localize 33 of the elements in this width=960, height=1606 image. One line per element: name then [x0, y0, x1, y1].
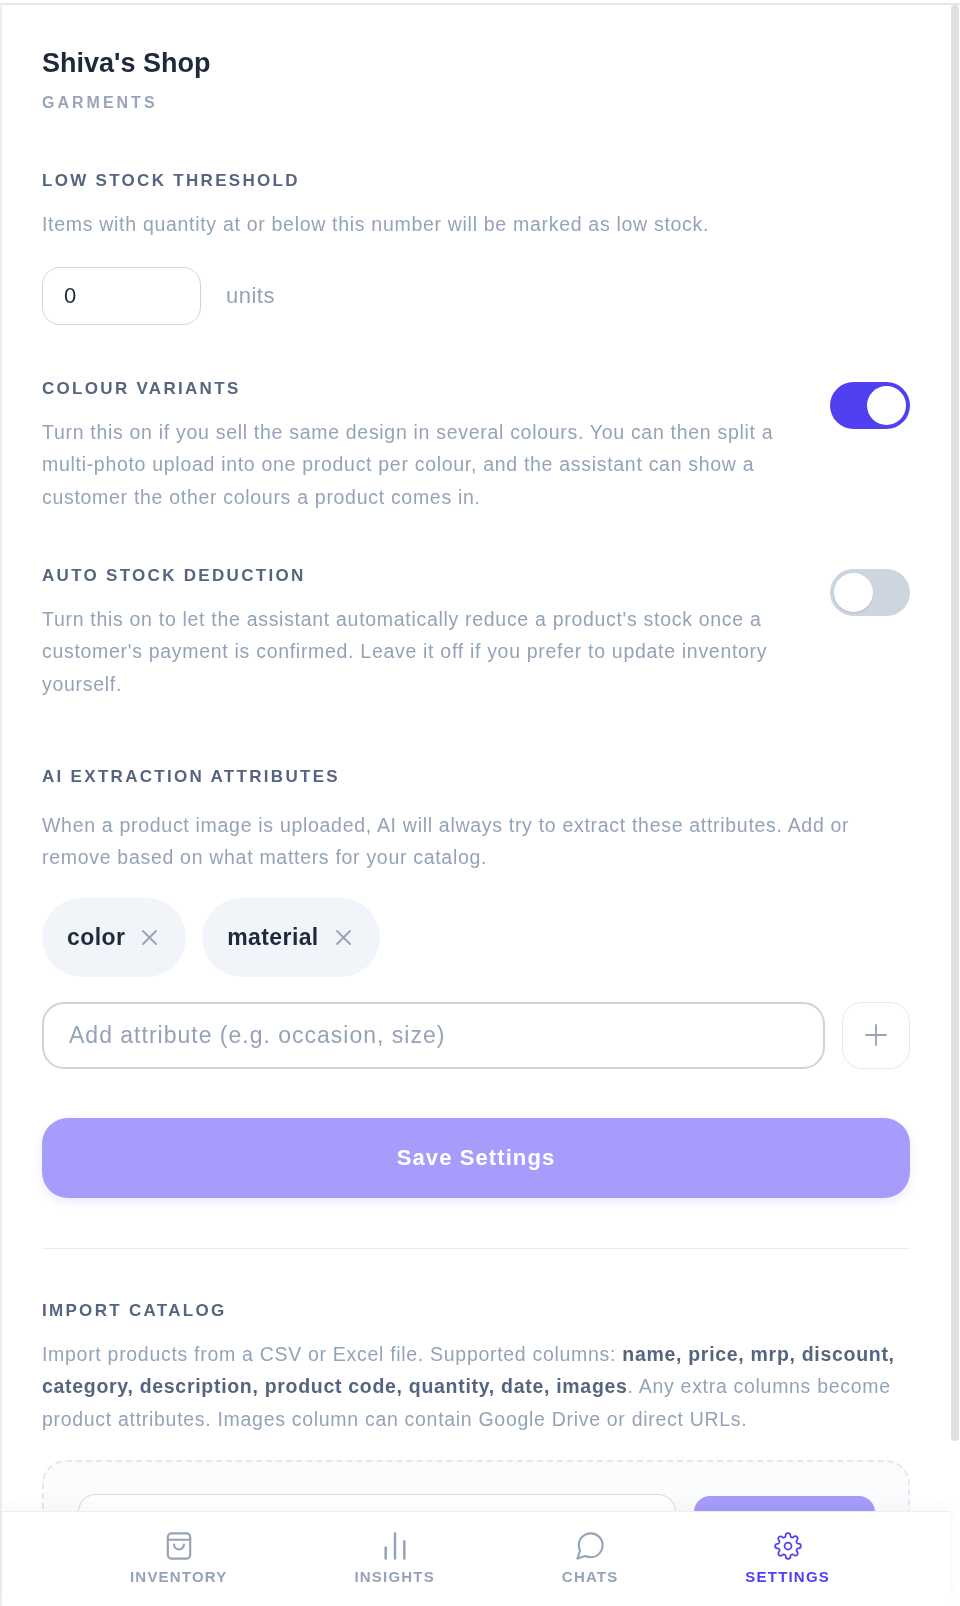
shop-name: Shiva's Shop — [42, 47, 211, 80]
section-heading: AUTO STOCK DEDUCTION — [42, 564, 306, 587]
attribute-input[interactable]: Add attribute (e.g. occasion, size) — [42, 1001, 825, 1069]
toggle-switch[interactable] — [830, 381, 910, 429]
action-button[interactable] — [694, 1495, 875, 1511]
section-description: Import products from a CSV or Excel file. Supported columns: name, price, mrp, discount, category, description, product code, quantity, date, images. Any extra columns become product attributes. Images column can contain Google Drive or direct URLs. — [42, 1341, 896, 1432]
nav-tab[interactable]: INVENTORY — [130, 1532, 228, 1586]
section-description: Items with quantity at or below this number will be marked as low stock. — [42, 212, 711, 237]
nav-tab[interactable]: INSIGHTS — [354, 1532, 435, 1586]
nav-tab[interactable]: SETTINGS — [745, 1532, 830, 1586]
close-icon[interactable] — [335, 929, 351, 945]
section-description: Turn this on if you sell the same design in several colours. You can then split a multi-photo upload into one product per colour, and the assistant can show a customer the other colours a product comes in. — [42, 419, 775, 510]
nav-tab[interactable]: CHATS — [561, 1532, 619, 1586]
unit-label: units — [226, 282, 275, 310]
threshold-field[interactable]: 0 — [42, 266, 201, 325]
plus-icon — [865, 1024, 887, 1046]
section-description: When a product image is uploaded, AI will always try to extract these attributes. Add or remove based on what matters for your catalog. — [42, 812, 851, 870]
tag-label: color — [67, 922, 126, 952]
section-heading: IMPORT CATALOG — [42, 1299, 227, 1322]
section-heading: LOW STOCK THRESHOLD — [42, 170, 300, 192]
section-heading: COLOUR VARIANTS — [42, 377, 241, 400]
settings-icon — [773, 1532, 802, 1560]
section-description: Turn this on to let the assistant automatically reduce a product's stock once a customer's payment is confirmed. Leave it off if you prefer to update inventory yourself. — [42, 606, 769, 697]
input-field[interactable] — [78, 1493, 676, 1511]
shop-category: GARMENTS — [42, 93, 158, 113]
toggle-switch[interactable] — [830, 568, 910, 616]
add-attribute-button[interactable] — [842, 1001, 910, 1069]
bag-icon — [164, 1532, 193, 1560]
close-icon[interactable] — [142, 929, 158, 945]
section-heading: AI EXTRACTION ATTRIBUTES — [42, 765, 340, 788]
tag-label: material — [227, 922, 319, 952]
chat-bubble-icon — [576, 1532, 605, 1560]
scrollbar-thumb[interactable] — [951, 5, 959, 1441]
